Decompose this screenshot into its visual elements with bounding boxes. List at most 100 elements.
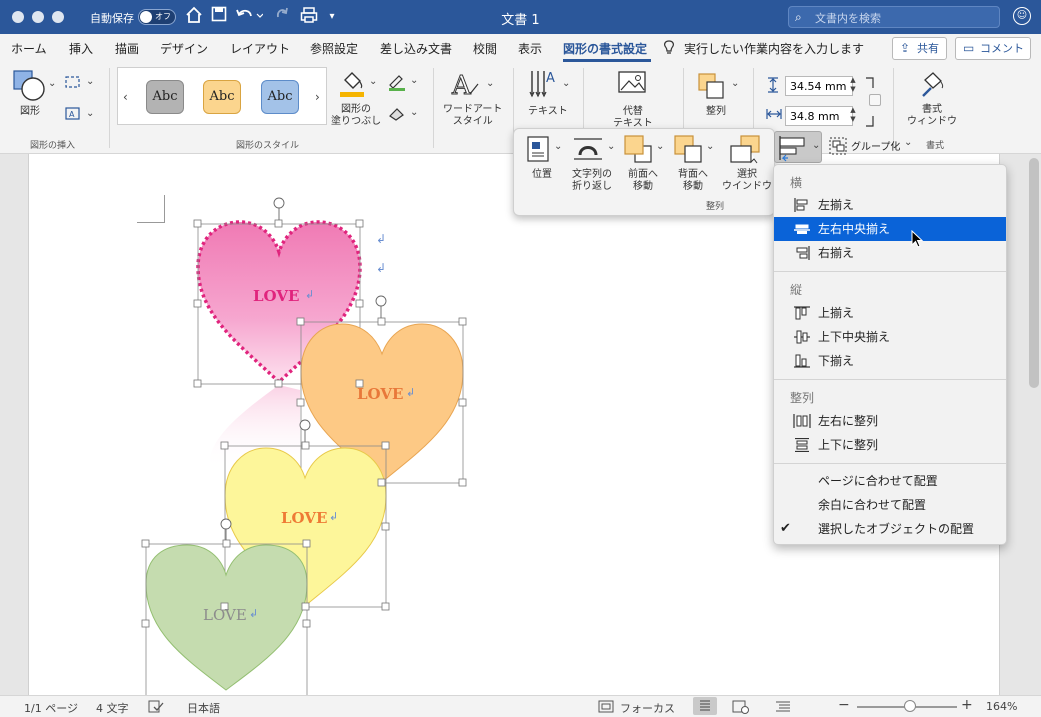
tab-shape-format[interactable]: 図形の書式設定 xyxy=(563,40,647,57)
position-icon[interactable] xyxy=(526,135,550,166)
arrange-dropdown-icon[interactable]: ⌄ xyxy=(731,78,739,89)
feedback-smiley-icon[interactable]: ☺ xyxy=(1013,7,1031,25)
wrap-text-icon[interactable] xyxy=(572,135,604,166)
shape-fill-icon[interactable] xyxy=(337,68,367,101)
gallery-prev-icon[interactable]: ‹ xyxy=(123,90,128,104)
style-swatch-gray[interactable]: Abc xyxy=(146,80,184,114)
menu-align-left[interactable]: 左揃え xyxy=(774,193,1006,217)
shape-height-icon xyxy=(765,76,781,97)
tell-me-input[interactable]: 実行したい作業内容を入力します xyxy=(684,40,864,57)
menu-align-middle[interactable]: 上下中央揃え xyxy=(774,325,1006,349)
text-dropdown-icon[interactable]: ⌄ xyxy=(562,78,570,89)
focus-icon[interactable] xyxy=(598,700,614,716)
tab-home[interactable]: ホーム xyxy=(11,40,47,57)
align-button[interactable]: ⌄ xyxy=(774,131,822,163)
outline-view-icon[interactable] xyxy=(775,700,791,717)
position-dropdown-icon[interactable]: ⌄ xyxy=(554,141,562,152)
menu-align-bottom[interactable]: 下揃え xyxy=(774,349,1006,373)
text-direction-icon[interactable]: A xyxy=(528,68,558,103)
pink-heart-text[interactable]: LOVE xyxy=(253,287,299,305)
menu-distribute-vertically[interactable]: 上下に整列 xyxy=(774,433,1006,457)
tab-draw[interactable]: 描画 xyxy=(115,40,139,57)
align-dropdown-icon: ⌄ xyxy=(812,140,821,151)
style-swatch-blue[interactable]: Abc xyxy=(261,80,299,114)
ribbon-separator xyxy=(109,68,110,148)
shape-outline-dropdown-icon[interactable]: ⌄ xyxy=(410,75,418,86)
menu-align-to-page[interactable]: ページに合わせて配置 xyxy=(774,469,1006,493)
paragraph-mark: ↲ xyxy=(249,607,259,620)
group-button[interactable]: グループ化 ⌄ xyxy=(826,134,916,158)
tab-view[interactable]: 表示 xyxy=(518,40,542,57)
bring-forward-icon[interactable] xyxy=(623,134,653,167)
tab-layout[interactable]: レイアウト xyxy=(230,40,290,57)
shape-outline-icon[interactable] xyxy=(387,73,407,94)
group-icon xyxy=(829,137,847,155)
zoom-slider-knob[interactable] xyxy=(904,700,916,712)
focus-label[interactable]: フォーカス xyxy=(620,700,675,716)
arrange-icon[interactable] xyxy=(697,72,727,103)
web-layout-view-icon[interactable] xyxy=(732,700,750,717)
proofing-icon[interactable] xyxy=(148,700,164,716)
position-label: 位置 xyxy=(532,169,552,180)
print-layout-view-icon[interactable] xyxy=(693,697,717,715)
wrap-text-dropdown-icon[interactable]: ⌄ xyxy=(607,141,615,152)
tab-references[interactable]: 参照設定 xyxy=(310,40,358,57)
tab-design[interactable]: デザイン xyxy=(160,40,208,57)
shapes-dropdown-icon[interactable]: ⌄ xyxy=(48,78,56,89)
search-input[interactable] xyxy=(815,10,995,26)
menu-align-top[interactable]: 上揃え xyxy=(774,301,1006,325)
edit-shape-icon[interactable] xyxy=(64,74,82,93)
tab-mailings[interactable]: 差し込み文書 xyxy=(380,40,452,57)
text-box-dropdown-icon[interactable]: ⌄ xyxy=(86,108,94,119)
yellow-heart-text[interactable]: LOVE xyxy=(281,509,327,527)
vertical-scrollbar[interactable] xyxy=(1029,158,1039,388)
green-heart-text[interactable]: LOVE xyxy=(203,606,247,624)
menu-align-to-margin[interactable]: 余白に合わせて配置 xyxy=(774,493,1006,517)
lock-aspect-checkbox[interactable] xyxy=(869,94,881,106)
width-spinner[interactable]: ▲ ▼ xyxy=(848,106,858,126)
arrange-panel: ⌄ 位置 ⌄ 文字列の 折り返し ⌄ 前面へ 移動 ⌄ 背面へ 移動 選択 ウイ… xyxy=(513,128,775,216)
selection-pane-icon[interactable] xyxy=(729,134,763,167)
lightbulb-icon xyxy=(663,40,675,58)
paragraph-mark: ↲ xyxy=(329,510,339,523)
comment-button[interactable]: ▭ コメント xyxy=(955,37,1031,60)
menu-align-selected-objects[interactable]: ✔ 選択したオブジェクトの配置 xyxy=(774,517,1006,541)
send-backward-dropdown-icon[interactable]: ⌄ xyxy=(706,141,714,152)
wordart-icon[interactable]: A xyxy=(450,70,482,103)
language[interactable]: 日本語 xyxy=(187,700,220,716)
zoom-level[interactable]: 164% xyxy=(986,700,1017,713)
orange-heart-text[interactable]: LOVE xyxy=(357,385,403,403)
shape-height-input[interactable] xyxy=(785,76,853,96)
shapes-icon[interactable] xyxy=(12,68,46,105)
style-swatch-orange[interactable]: Abc xyxy=(203,80,241,114)
search-box[interactable]: ⌕ xyxy=(788,6,1000,28)
edit-shape-dropdown-icon[interactable]: ⌄ xyxy=(86,76,94,87)
text-box-icon[interactable]: A xyxy=(64,106,82,125)
group-dropdown-icon: ⌄ xyxy=(904,137,913,148)
zoom-in-icon[interactable]: + xyxy=(961,697,973,713)
tab-review[interactable]: 校閲 xyxy=(473,40,497,57)
zoom-out-icon[interactable]: − xyxy=(838,697,850,713)
gallery-next-icon[interactable]: › xyxy=(315,90,320,104)
align-menu: 横 左揃え 左右中央揃え 右揃え 縦 上揃え 上下中央揃え 下揃え 整列 左右に… xyxy=(773,164,1007,545)
word-count[interactable]: 4 文字 xyxy=(96,700,129,716)
send-backward-icon[interactable] xyxy=(673,134,703,167)
shape-width-input[interactable] xyxy=(785,106,853,126)
menu-distribute-horizontally[interactable]: 左右に整列 xyxy=(774,409,1006,433)
shape-fill-dropdown-icon[interactable]: ⌄ xyxy=(369,76,377,87)
page-info[interactable]: 1/1 ページ xyxy=(24,700,78,716)
format-pane-icon[interactable] xyxy=(919,70,947,103)
height-spinner[interactable]: ▲ ▼ xyxy=(848,76,858,96)
menu-align-center[interactable]: 左右中央揃え xyxy=(774,217,1006,241)
menu-align-right[interactable]: 右揃え xyxy=(774,241,1006,265)
bring-forward-dropdown-icon[interactable]: ⌄ xyxy=(656,141,664,152)
alt-text-icon[interactable] xyxy=(617,70,647,101)
bring-forward-label: 前面へ 移動 xyxy=(628,169,658,192)
shape-effects-icon[interactable] xyxy=(387,105,407,124)
wordart-dropdown-icon[interactable]: ⌄ xyxy=(486,78,494,89)
alt-text-label: 代替 テキスト xyxy=(613,106,653,129)
share-button[interactable]: ⇪ 共有 xyxy=(892,37,947,60)
shape-effects-dropdown-icon[interactable]: ⌄ xyxy=(410,107,418,118)
share-label: 共有 xyxy=(917,42,939,55)
tab-insert[interactable]: 挿入 xyxy=(69,40,93,57)
